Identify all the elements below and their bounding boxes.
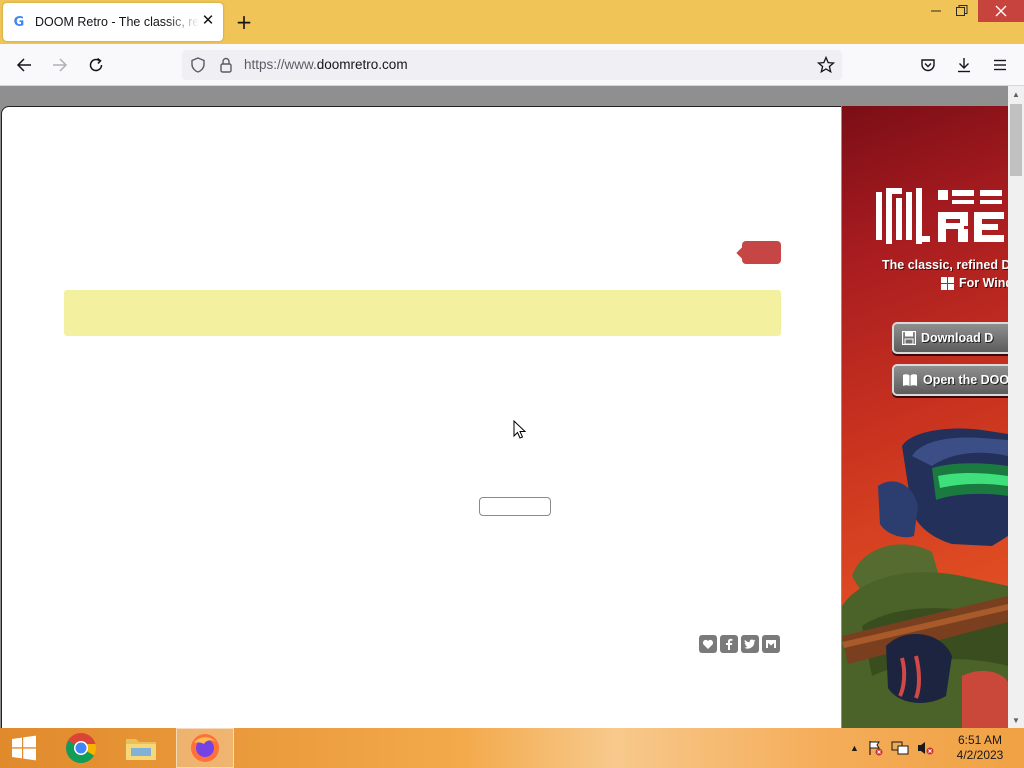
sidebar-platform: For Wind: [941, 276, 1008, 290]
windows-logo-icon: [12, 735, 36, 761]
new-tab-button[interactable]: +: [234, 12, 254, 32]
wiki-button-label: Open the DOO: [923, 373, 1008, 387]
scroll-down-arrow-icon[interactable]: ▼: [1008, 712, 1024, 728]
window-close-button[interactable]: [978, 0, 1024, 22]
browser-tab-active[interactable]: G DOOM Retro - The classic, refined DOOM…: [3, 3, 223, 41]
close-icon: [995, 5, 1007, 17]
windows-icon: [941, 276, 954, 290]
tab-close-icon[interactable]: ✕: [201, 13, 215, 28]
tray-expand-arrow-icon[interactable]: ▲: [850, 743, 859, 753]
system-tray: ▲: [850, 728, 935, 768]
doomguy-illustration: [842, 426, 1008, 728]
network-icon[interactable]: [891, 740, 909, 756]
like-heart-button[interactable]: [699, 635, 717, 653]
share-buttons: [699, 635, 780, 653]
taskbar-firefox-button[interactable]: [176, 728, 234, 768]
action-center-flag-icon[interactable]: [867, 740, 883, 756]
browser-navigation-bar: https://www.doomretro.com: [0, 44, 1024, 86]
volume-muted-icon[interactable]: [917, 740, 935, 756]
platform-label: For Wind: [959, 276, 1008, 290]
start-button[interactable]: [0, 728, 48, 768]
doom-retro-logo[interactable]: [876, 188, 1008, 249]
downloads-button[interactable]: [952, 53, 976, 77]
forward-button[interactable]: [48, 53, 72, 77]
windows-taskbar: ▲ 6:51 AM 4/2/2023: [0, 728, 1024, 768]
browser-tab-bar: G DOOM Retro - The classic, refined DOOM…: [0, 0, 1024, 44]
back-button[interactable]: [12, 53, 36, 77]
app-menu-button[interactable]: [988, 53, 1012, 77]
heart-icon: [702, 639, 714, 649]
window-minimize-button[interactable]: [922, 0, 950, 22]
taskbar-file-explorer-button[interactable]: [112, 728, 170, 768]
taskbar-clock[interactable]: 6:51 AM 4/2/2023: [950, 733, 1010, 763]
address-bar[interactable]: https://www.doomretro.com: [182, 50, 842, 80]
download-button[interactable]: Download D: [892, 322, 1008, 354]
main-content-panel: [1, 106, 841, 728]
bookmark-star-icon[interactable]: [816, 55, 836, 79]
tab-title: DOOM Retro - The classic, refined DOOM s…: [35, 15, 199, 29]
url-text[interactable]: https://www.doomretro.com: [244, 57, 408, 72]
twitter-share-button[interactable]: [741, 635, 759, 653]
clock-date: 4/2/2023: [956, 748, 1004, 762]
doom-retro-sidebar: The classic, refined D For Wind Download…: [842, 106, 1008, 728]
scrollbar-thumb[interactable]: [1010, 104, 1022, 176]
facebook-share-button[interactable]: [720, 635, 738, 653]
pocket-button[interactable]: [916, 53, 940, 77]
reload-icon: [89, 57, 103, 72]
restore-icon: [956, 5, 968, 16]
url-domain: doomretro.com: [316, 57, 408, 72]
facebook-icon: [726, 638, 733, 650]
google-favicon-icon: G: [13, 14, 25, 30]
floppy-disk-icon: [902, 331, 916, 345]
open-book-icon: [903, 374, 917, 386]
sidebar-tagline: The classic, refined D: [882, 258, 1008, 272]
reload-button[interactable]: [84, 53, 108, 77]
page-viewport: The classic, refined D For Wind Download…: [0, 86, 1008, 728]
mail-icon: [766, 640, 776, 648]
mouse-cursor-icon: [513, 420, 527, 439]
ad-banner[interactable]: [64, 290, 781, 336]
download-button-label: Download D: [921, 331, 994, 345]
pocket-icon: [921, 59, 935, 72]
window-restore-button[interactable]: [948, 0, 976, 22]
shield-icon[interactable]: [190, 57, 206, 78]
arrow-right-icon: [53, 58, 68, 72]
minimize-icon: [931, 10, 941, 12]
taskbar-chrome-button[interactable]: [52, 728, 110, 768]
clock-time: 6:51 AM: [957, 733, 1003, 747]
hamburger-menu-icon: [994, 59, 1006, 71]
open-wiki-button[interactable]: Open the DOO: [892, 364, 1008, 396]
firefox-icon: [191, 734, 219, 762]
arrow-left-icon: [16, 58, 31, 72]
chrome-icon: [66, 733, 97, 764]
download-icon: [958, 58, 970, 73]
page-scrollbar[interactable]: ▲ ▼: [1008, 86, 1024, 728]
email-share-button[interactable]: [762, 635, 780, 653]
lock-icon[interactable]: [219, 57, 233, 78]
url-prefix: https://www.: [244, 57, 317, 72]
folder-icon: [126, 739, 156, 760]
ad-label-tag[interactable]: [742, 241, 781, 264]
twitter-icon: [744, 639, 756, 649]
blank-input-box[interactable]: [479, 497, 551, 516]
scroll-up-arrow-icon[interactable]: ▲: [1008, 86, 1024, 102]
